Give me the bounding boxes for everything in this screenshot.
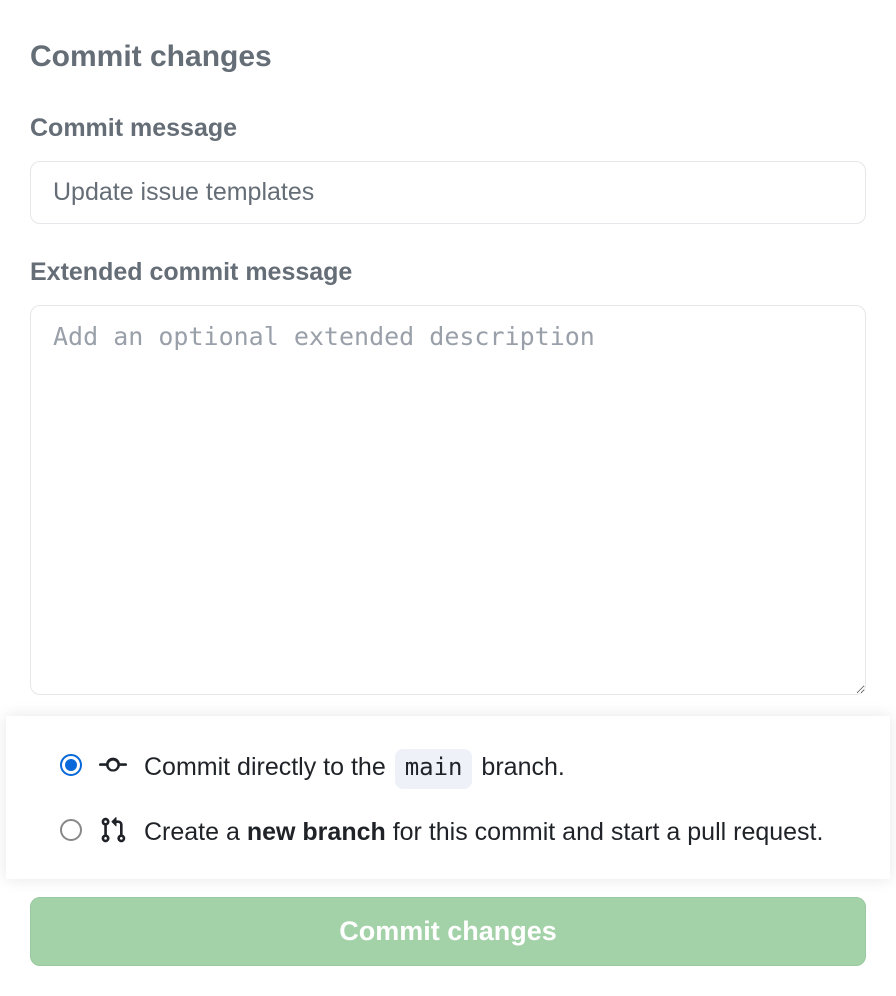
option-commit-direct[interactable]: Commit directly to the main branch.	[60, 748, 836, 789]
radio-new-branch[interactable]	[60, 819, 82, 841]
option-newbranch-bold: new branch	[247, 818, 386, 846]
page-title: Commit changes	[30, 40, 866, 74]
git-commit-icon	[99, 751, 127, 779]
option-direct-suffix: branch.	[474, 753, 564, 781]
commit-changes-button[interactable]: Commit changes	[30, 897, 866, 966]
option-new-branch[interactable]: Create a new branch for this commit and …	[60, 813, 836, 852]
commit-message-label: Commit message	[30, 114, 866, 143]
option-direct-prefix: Commit directly to the	[144, 753, 393, 781]
commit-changes-form: Commit changes Commit message Extended c…	[0, 0, 896, 996]
option-newbranch-prefix: Create a	[144, 818, 247, 846]
option-commit-direct-label: Commit directly to the main branch.	[144, 748, 565, 789]
option-newbranch-suffix: for this commit and start a pull request…	[386, 818, 824, 846]
radio-commit-direct[interactable]	[60, 754, 82, 776]
extended-message-label: Extended commit message	[30, 258, 866, 287]
option-new-branch-label: Create a new branch for this commit and …	[144, 813, 823, 852]
commit-target-options: Commit directly to the main branch. Crea…	[6, 716, 890, 880]
git-pull-request-icon	[99, 816, 127, 844]
extended-message-textarea[interactable]	[30, 305, 866, 695]
branch-chip: main	[395, 749, 473, 789]
commit-message-input[interactable]	[30, 161, 866, 224]
